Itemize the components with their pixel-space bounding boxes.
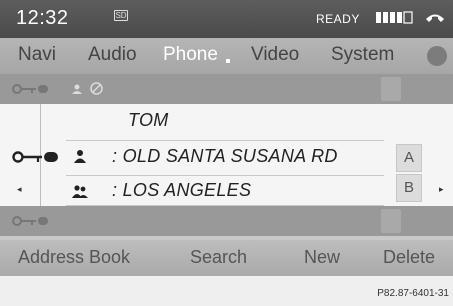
address-book-button[interactable]: Address Book [18,247,130,268]
alpha-index-b[interactable]: B [396,174,422,202]
main-menu-bar: Navi Audio Phone Video System [0,38,453,74]
divider [66,175,384,176]
menu-circle-icon[interactable] [427,46,447,66]
list-item-previous[interactable] [0,74,453,104]
address-book-list: TOM : OLD SANTA SUSANA RD : LOS ANGELES [0,74,453,240]
contact-street: : OLD SANTA SUSANA RD [112,146,338,166]
active-tab-indicator [226,59,230,63]
key-icon [12,151,58,163]
softkey-bar: Address Book Search New Delete [0,240,453,276]
sd-card-icon: SD [114,10,128,21]
alpha-index-dim-bottom [381,209,401,233]
persons-icon [72,185,88,198]
alpha-index-a[interactable]: A [396,144,422,172]
status-bar: 12:32 SD READY [0,0,453,38]
new-button[interactable]: New [304,247,340,268]
search-button[interactable]: Search [190,247,247,268]
phone-ready-status: READY [316,12,360,26]
handset-icon [426,14,444,22]
person-icon [74,150,86,163]
globe-icon [90,82,103,95]
key-icon [12,84,48,94]
key-icon [12,216,48,226]
contact-entry-selected[interactable]: TOM : OLD SANTA SUSANA RD : LOS ANGELES [0,104,453,206]
alpha-index-dim-top [381,77,401,101]
scroll-right-arrow-icon[interactable]: ▸ [439,184,444,195]
scroll-left-arrow-icon[interactable]: ◂ [17,184,22,195]
person-icon [72,84,82,94]
tab-navi[interactable]: Navi [18,44,56,66]
contact-name: TOM [128,110,169,130]
tab-phone[interactable]: Phone [163,44,218,66]
tab-video[interactable]: Video [251,44,299,66]
signal-bars-icon [376,11,413,24]
contact-city: : LOS ANGELES [112,180,252,200]
tab-audio[interactable]: Audio [88,44,137,66]
comand-screen: 12:32 SD READY Navi Audio Phone Video Sy… [0,0,453,306]
list-item-next[interactable] [0,206,453,236]
delete-button[interactable]: Delete [383,247,435,268]
figure-reference: P82.87-6401-31 [377,288,449,299]
clock: 12:32 [16,7,69,29]
divider [66,140,384,141]
tab-system[interactable]: System [331,44,394,66]
